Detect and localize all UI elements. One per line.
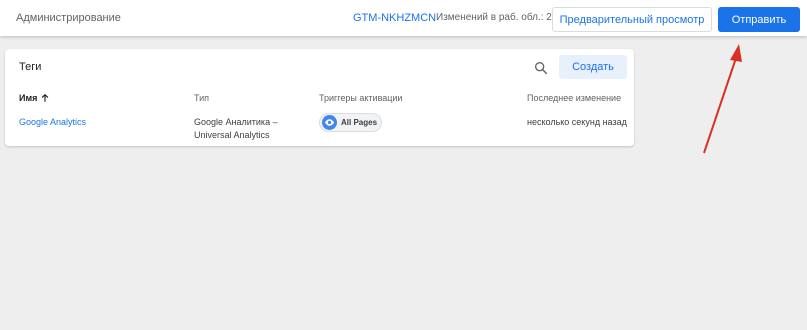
tag-type: Google Аналитика – Universal Analytics xyxy=(194,117,278,140)
workspace-changes-count: Изменений в раб. обл.: 2 xyxy=(436,12,552,23)
eye-icon xyxy=(322,115,337,130)
column-header-type[interactable]: Тип xyxy=(194,93,209,103)
admin-link[interactable]: Администрирование xyxy=(16,12,121,24)
preview-button[interactable]: Предварительный просмотр xyxy=(552,7,712,32)
column-header-triggers[interactable]: Триггеры активации xyxy=(319,93,402,103)
arrow-up-icon xyxy=(42,93,49,102)
container-id-link[interactable]: GTM-NKHZMCN xyxy=(353,12,436,24)
submit-button[interactable]: Отправить xyxy=(718,7,800,32)
tag-name-link[interactable]: Google Analytics xyxy=(19,116,86,129)
column-header-last-edited[interactable]: Последнее изменение xyxy=(527,93,621,103)
last-edited-value: несколько секунд назад xyxy=(527,117,627,127)
tags-card: Теги Создать Имя Тип Триггеры активации … xyxy=(5,49,634,146)
trigger-chip[interactable]: All Pages xyxy=(319,113,382,132)
top-bar: Администрирование GTM-NKHZMCN Изменений … xyxy=(0,0,807,36)
column-header-name[interactable]: Имя xyxy=(19,93,50,103)
search-icon[interactable] xyxy=(533,60,549,76)
trigger-chip-label: All Pages xyxy=(341,118,378,127)
create-tag-button[interactable]: Создать xyxy=(559,55,627,79)
tags-card-title: Теги xyxy=(19,61,42,73)
column-header-name-label: Имя xyxy=(19,93,38,103)
